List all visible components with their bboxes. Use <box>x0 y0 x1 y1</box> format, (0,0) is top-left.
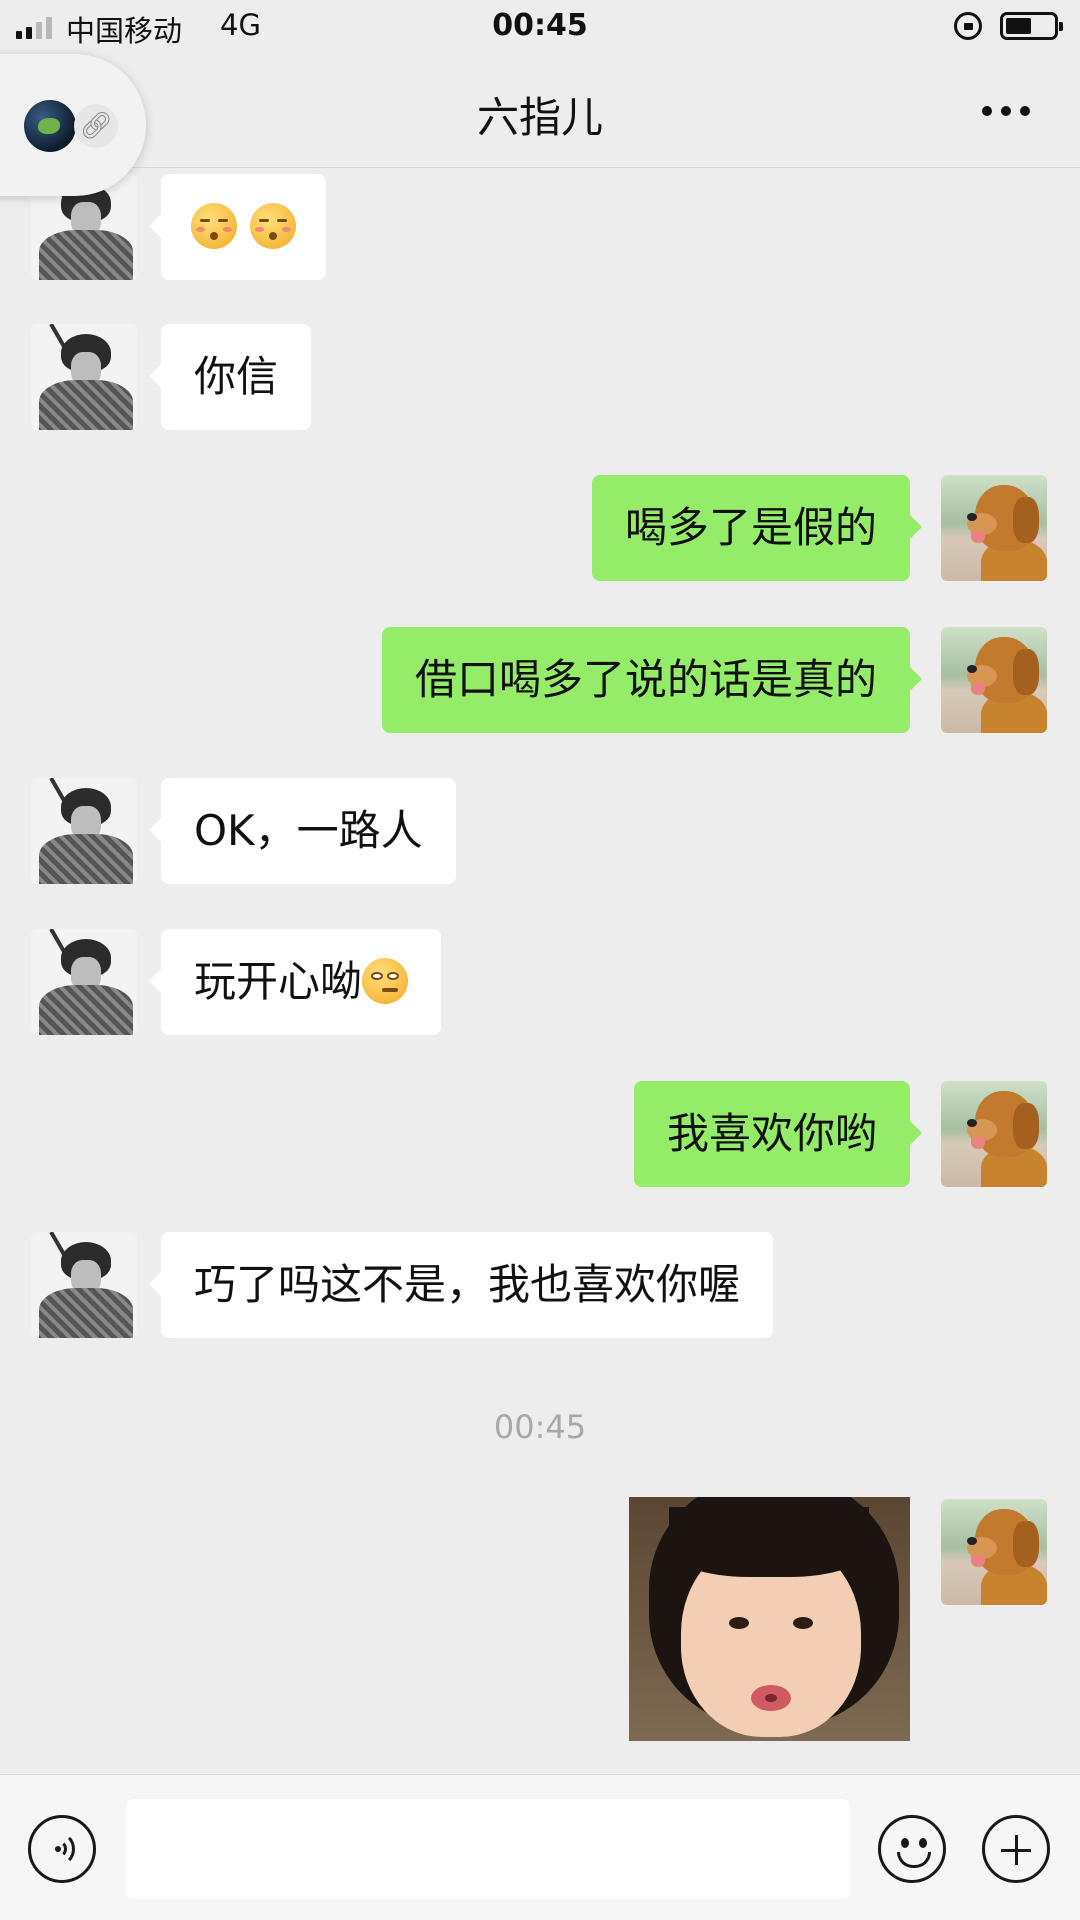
my-avatar[interactable] <box>941 475 1047 581</box>
more-dots-icon[interactable] <box>982 106 1030 116</box>
contact-avatar[interactable] <box>31 929 137 1035</box>
contact-avatar[interactable] <box>31 324 137 430</box>
message-input[interactable] <box>126 1799 850 1899</box>
my-avatar[interactable] <box>941 1499 1047 1605</box>
voice-icon[interactable] <box>28 1815 96 1883</box>
floating-avatar-icon[interactable] <box>24 100 76 152</box>
link-icon[interactable]: 🔗︎ <box>74 104 118 148</box>
battery-icon <box>1000 12 1063 40</box>
status-time: 00:45 <box>492 8 588 43</box>
message-bubble-received[interactable] <box>148 174 327 280</box>
floating-window[interactable]: 🔗︎ <box>0 54 146 196</box>
rotation-lock-icon <box>954 12 982 40</box>
chat-header: 六指儿 <box>0 54 1080 168</box>
girl-pouting-sticker[interactable] <box>629 1497 910 1741</box>
my-avatar[interactable] <box>941 1081 1047 1187</box>
message-bubble-received[interactable]: 你信 <box>148 324 312 430</box>
input-bar <box>0 1774 1080 1920</box>
contact-avatar[interactable] <box>31 1232 137 1338</box>
message-bubble-sent[interactable]: 我喜欢你哟 <box>633 1081 923 1187</box>
message-bubble-received[interactable]: 玩开心呦 <box>148 929 442 1035</box>
message-bubble-sent[interactable]: 借口喝多了说的话是真的 <box>381 627 923 733</box>
my-avatar[interactable] <box>941 627 1047 733</box>
kissing-blush-emoji <box>191 202 237 249</box>
message-bubble-received[interactable]: OK，一路人 <box>149 778 456 884</box>
plus-icon[interactable] <box>982 1815 1050 1883</box>
battery-level <box>1006 18 1031 34</box>
kissing-blush-emoji <box>250 202 297 249</box>
message-text: 玩开心呦 <box>194 957 363 1006</box>
contact-avatar[interactable] <box>31 778 137 884</box>
message-bubble-received[interactable]: 巧了吗这不是，我也喜欢你喔 <box>148 1232 774 1338</box>
emoji-icon[interactable] <box>878 1815 946 1883</box>
smirk-emoji <box>362 957 409 1004</box>
status-bar: 中国移动 4G 00:45 <box>0 0 1080 54</box>
chat-title: 六指儿 <box>476 93 603 142</box>
message-bubble-sent[interactable]: 喝多了是假的 <box>591 475 923 581</box>
time-separator: 00:45 <box>493 1408 587 1446</box>
